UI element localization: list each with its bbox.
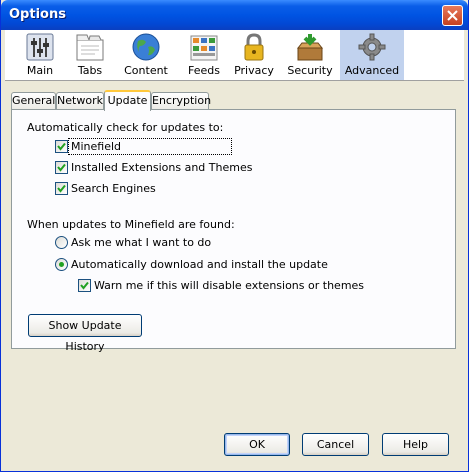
feeds-icon xyxy=(190,35,218,61)
tab-encryption[interactable]: Encryption xyxy=(151,92,211,109)
auto-check-label: Automatically check for updates to: xyxy=(27,121,224,134)
checkmark-icon xyxy=(57,163,66,172)
pane-security[interactable]: Security xyxy=(283,30,337,80)
ask-me-radio[interactable] xyxy=(55,236,68,249)
pane-content[interactable]: Content xyxy=(119,30,173,80)
close-button[interactable] xyxy=(442,5,463,26)
pane-label: Tabs xyxy=(77,64,103,77)
minefield-checkbox[interactable] xyxy=(55,140,68,153)
warn-me-checkbox[interactable] xyxy=(78,279,91,292)
update-panel: Automatically check for updates to: Mine… xyxy=(11,109,456,353)
pane-main[interactable]: Main xyxy=(13,30,67,80)
tabs-icon xyxy=(76,34,104,61)
pane-tabs[interactable]: Tabs xyxy=(63,30,117,80)
search-engines-checkbox[interactable] xyxy=(55,182,68,195)
pane-advanced[interactable]: Advanced xyxy=(340,30,404,80)
pane-label: Feeds xyxy=(188,64,220,77)
title-bar[interactable]: Options xyxy=(1,0,468,30)
pane-label: Content xyxy=(124,64,168,77)
checkmark-icon xyxy=(57,142,66,151)
content-globe-icon xyxy=(132,33,160,61)
ask-me-label[interactable]: Ask me what I want to do xyxy=(71,236,211,249)
minefield-label[interactable]: Minefield xyxy=(71,140,121,153)
cancel-button[interactable]: Cancel xyxy=(302,433,369,456)
show-update-history-button[interactable]: Show Update History xyxy=(28,314,142,353)
pane-label: Security xyxy=(287,64,333,77)
options-window: Options Main Tabs Content Feeds Privacy … xyxy=(0,0,469,472)
extensions-themes-checkbox[interactable] xyxy=(55,161,68,174)
tab-general[interactable]: General xyxy=(11,92,56,109)
close-icon xyxy=(447,10,458,21)
pane-label: Privacy xyxy=(234,64,274,77)
tab-network[interactable]: Network xyxy=(56,92,104,109)
options-pane-toolbar: Main Tabs Content Feeds Privacy Security… xyxy=(5,30,464,81)
checkmark-icon xyxy=(80,281,89,290)
pane-privacy[interactable]: Privacy xyxy=(227,30,281,80)
window-title: Options xyxy=(9,7,66,22)
auto-download-radio[interactable] xyxy=(55,258,68,271)
warn-me-label[interactable]: Warn me if this will disable extensions … xyxy=(94,279,364,292)
advanced-gear-icon xyxy=(358,33,386,61)
when-found-label: When updates to Minefield are found: xyxy=(27,218,235,231)
ok-button[interactable]: OK xyxy=(224,433,290,456)
pane-feeds[interactable]: Feeds xyxy=(177,30,231,80)
help-button[interactable]: Help xyxy=(382,433,449,456)
extensions-themes-label[interactable]: Installed Extensions and Themes xyxy=(71,161,252,174)
tab-update[interactable]: Update xyxy=(104,90,151,111)
security-icon xyxy=(296,34,324,61)
auto-download-label[interactable]: Automatically download and install the u… xyxy=(71,258,328,271)
main-sliders-icon xyxy=(26,33,54,61)
checkmark-icon xyxy=(57,184,66,193)
pane-label: Advanced xyxy=(344,64,400,77)
search-engines-label[interactable]: Search Engines xyxy=(71,182,156,195)
privacy-lock-icon xyxy=(244,33,264,61)
pane-label: Main xyxy=(26,64,54,77)
radio-selected-dot xyxy=(59,262,64,267)
